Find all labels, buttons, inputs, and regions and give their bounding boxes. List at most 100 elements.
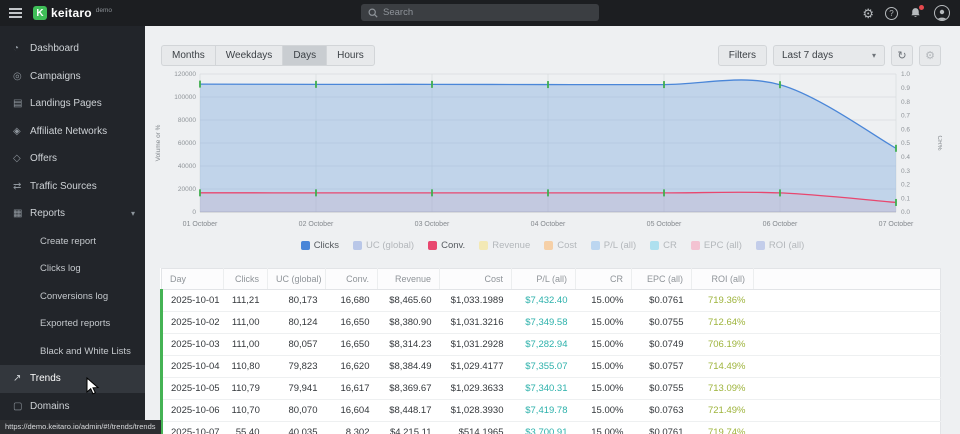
- cell-epc-all: $0.0757: [632, 356, 692, 378]
- settings-gear-icon[interactable]: ⚙: [862, 7, 874, 20]
- legend-item-roi-all[interactable]: ROI (all): [756, 240, 804, 251]
- column-header-day[interactable]: Day: [162, 269, 224, 290]
- chart-legend: Clicks UC (global) Conv. Revenue Cost P/L (al…: [145, 240, 960, 251]
- table-row: 2025-10-0755,4040,0358,302$4,215.11$514.…: [162, 422, 941, 434]
- svg-text:0.3: 0.3: [901, 168, 910, 175]
- svg-text:Volume or %: Volume or %: [155, 124, 162, 161]
- cell-cr: 15.00%: [576, 356, 632, 378]
- legend-label: Cost: [557, 240, 577, 251]
- refresh-button[interactable]: ↻: [891, 45, 913, 66]
- sidebar-item-domains[interactable]: ▢Domains: [0, 393, 145, 421]
- sidebar-item-traffic-sources[interactable]: ⇄Traffic Sources: [0, 173, 145, 201]
- topbar: K keitaro demo ⚙ ?: [0, 0, 960, 26]
- column-header-revenue[interactable]: Revenue: [378, 269, 440, 290]
- cell-conv: 16,617: [326, 378, 378, 400]
- sidebar-item-label: Affiliate Networks: [30, 126, 107, 137]
- sidebar-item-label: Black and White Lists: [40, 346, 131, 357]
- table-header-row: DayClicksUC (global)Conv.RevenueCostP/L …: [162, 269, 941, 290]
- sidebar-item-trends[interactable]: ↗Trends: [0, 365, 145, 393]
- legend-item-cr[interactable]: CR: [650, 240, 677, 251]
- svg-text:0.6: 0.6: [901, 126, 910, 133]
- column-header-cr[interactable]: CR: [576, 269, 632, 290]
- legend-label: Revenue: [492, 240, 530, 251]
- cell-roi-all: 721.49%: [692, 400, 754, 422]
- table-row: 2025-10-04110,8079,82316,620$8,384.49$1,…: [162, 356, 941, 378]
- sidebar-item-offers[interactable]: ◇Offers: [0, 145, 145, 173]
- tab-months[interactable]: Months: [161, 45, 215, 66]
- tab-days[interactable]: Days: [282, 45, 326, 66]
- date-range-select[interactable]: Last 7 days ▾: [773, 45, 885, 66]
- sidebar-item-dashboard[interactable]: ◔Dashboard: [0, 35, 145, 63]
- tab-weekdays[interactable]: Weekdays: [215, 45, 283, 66]
- dashboard-icon: ◔: [13, 43, 30, 54]
- svg-text:0.5: 0.5: [901, 140, 910, 147]
- topbar-actions: ⚙ ?: [862, 0, 950, 26]
- cell-day: 2025-10-05: [162, 378, 224, 400]
- cell-cost: $1,029.4177: [440, 356, 512, 378]
- sidebar-item-create-report[interactable]: Create report: [0, 228, 145, 256]
- cell-uc-global: 80,057: [268, 334, 326, 356]
- help-icon[interactable]: ?: [885, 7, 898, 20]
- legend-item-epc-all[interactable]: EPC (all): [691, 240, 742, 251]
- search-input[interactable]: [383, 7, 592, 18]
- sidebar-nav: ◔Dashboard◎Campaigns▤Landings Pages◈Affi…: [0, 26, 145, 434]
- svg-text:0: 0: [192, 209, 196, 216]
- user-avatar[interactable]: [934, 5, 950, 21]
- offers-icon: ◇: [13, 153, 30, 164]
- table-row: 2025-10-03111,0080,05716,650$8,314.23$1,…: [162, 334, 941, 356]
- cell-day: 2025-10-02: [162, 312, 224, 334]
- legend-swatch: [353, 241, 362, 250]
- filters-button[interactable]: Filters: [718, 45, 767, 66]
- sidebar-item-affiliate-networks[interactable]: ◈Affiliate Networks: [0, 118, 145, 146]
- cell-day: 2025-10-04: [162, 356, 224, 378]
- column-header-epc-all[interactable]: EPC (all): [632, 269, 692, 290]
- column-header-conv[interactable]: Conv.: [326, 269, 378, 290]
- cell-roi-all: 714.49%: [692, 356, 754, 378]
- column-header-roi-all[interactable]: ROI (all): [692, 269, 754, 290]
- keitaro-logo[interactable]: K keitaro demo: [33, 6, 112, 20]
- cell-day: 2025-10-01: [162, 290, 224, 312]
- legend-item-uc-global[interactable]: UC (global): [353, 240, 414, 251]
- sidebar-item-conversions-log[interactable]: Conversions log: [0, 283, 145, 311]
- sidebar-item-clicks-log[interactable]: Clicks log: [0, 255, 145, 283]
- cell-revenue: $8,448.17: [378, 400, 440, 422]
- cell-roi-all: 713.09%: [692, 378, 754, 400]
- column-header-uc-global[interactable]: UC (global): [268, 269, 326, 290]
- cell-filler: [754, 334, 941, 356]
- legend-item-clicks[interactable]: Clicks: [301, 240, 339, 251]
- hamburger-menu-icon[interactable]: [0, 8, 30, 18]
- sidebar-item-landings-pages[interactable]: ▤Landings Pages: [0, 90, 145, 118]
- chart-settings-button[interactable]: ⚙: [919, 45, 941, 66]
- column-header-p-l-all[interactable]: P/L (all): [512, 269, 576, 290]
- sidebar-item-black-and-white-lists[interactable]: Black and White Lists: [0, 338, 145, 366]
- legend-item-p-l-all[interactable]: P/L (all): [591, 240, 636, 251]
- sidebar-item-reports[interactable]: ▦Reports▾: [0, 200, 145, 228]
- sidebar-item-label: Reports: [30, 208, 65, 219]
- legend-item-revenue[interactable]: Revenue: [479, 240, 530, 251]
- sidebar-item-campaigns[interactable]: ◎Campaigns: [0, 63, 145, 91]
- cell-p-l-all: $7,355.07: [512, 356, 576, 378]
- legend-item-conv[interactable]: Conv.: [428, 240, 465, 251]
- search-bar[interactable]: [361, 4, 599, 21]
- column-header-clicks[interactable]: Clicks: [224, 269, 268, 290]
- cell-revenue: $8,369.67: [378, 378, 440, 400]
- chevron-down-icon: ▾: [131, 209, 135, 218]
- bell-icon[interactable]: [909, 6, 923, 21]
- column-header-cost[interactable]: Cost: [440, 269, 512, 290]
- mouse-cursor: [86, 377, 100, 396]
- cell-epc-all: $0.0763: [632, 400, 692, 422]
- legend-item-cost[interactable]: Cost: [544, 240, 577, 251]
- tab-hours[interactable]: Hours: [326, 45, 375, 66]
- cell-cost: $1,031.3216: [440, 312, 512, 334]
- sidebar-item-label: Conversions log: [40, 291, 108, 302]
- cell-cost: $514.1965: [440, 422, 512, 434]
- svg-text:02 October: 02 October: [299, 221, 334, 228]
- sidebar-item-label: Landings Pages: [30, 98, 102, 109]
- svg-text:CR%: CR%: [936, 135, 942, 150]
- svg-text:120000: 120000: [174, 71, 196, 78]
- cell-day: 2025-10-06: [162, 400, 224, 422]
- sidebar-item-exported-reports[interactable]: Exported reports: [0, 310, 145, 338]
- legend-label: CR: [663, 240, 677, 251]
- toolbar: MonthsWeekdaysDaysHours Filters Last 7 d…: [161, 44, 941, 66]
- sidebar-item-label: Traffic Sources: [30, 181, 97, 192]
